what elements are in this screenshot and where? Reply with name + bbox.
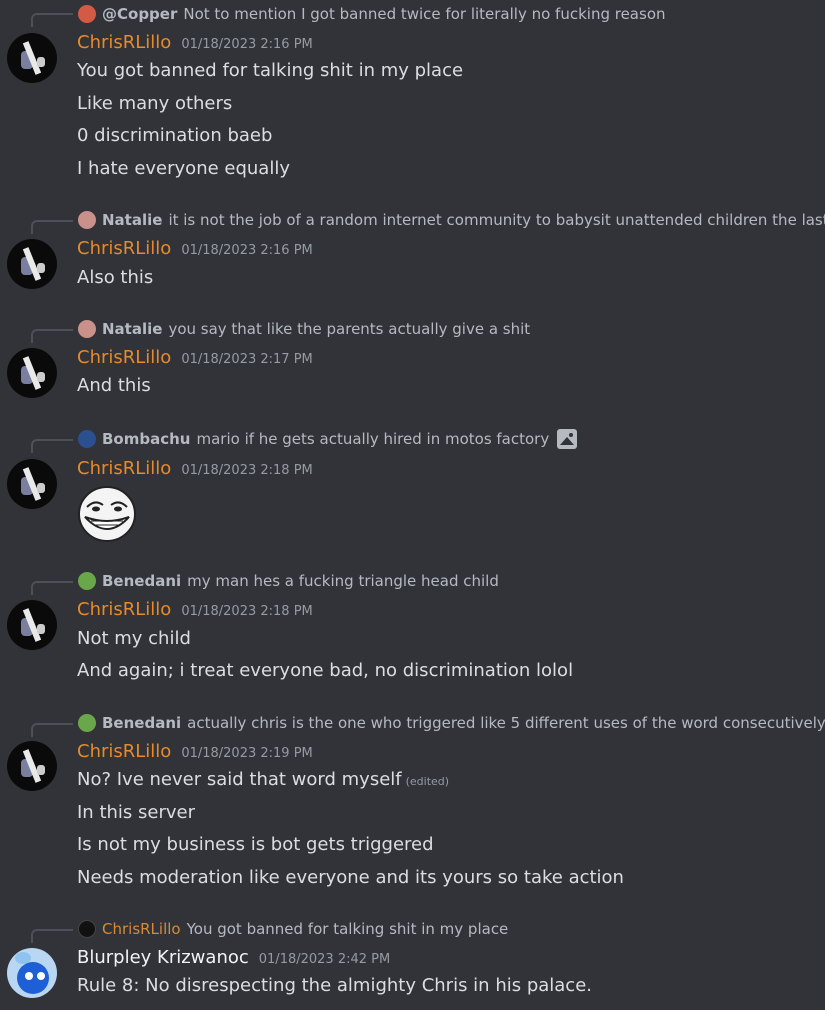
reply-connector (31, 723, 73, 737)
message-text: Also this (77, 267, 154, 288)
reply-preview[interactable]: Natalie it is not the job of a random in… (78, 209, 825, 231)
message-text: Like many others (77, 93, 233, 114)
author-name[interactable]: ChrisRLillo (77, 599, 171, 620)
message-header: ChrisRLillo 01/18/2023 2:18 PM (77, 599, 313, 625)
reply-preview[interactable]: Benedani actually chris is the one who t… (78, 712, 825, 734)
reply-avatar (78, 430, 96, 448)
reply-text: it is not the job of a random internet c… (168, 211, 825, 229)
message-header: Blurpley Krizwanoc 01/18/2023 2:42 PM (77, 947, 390, 973)
reply-preview[interactable]: Benedani my man hes a fucking triangle h… (78, 570, 499, 592)
timestamp[interactable]: 01/18/2023 2:18 PM (181, 604, 312, 619)
reply-connector (31, 329, 73, 343)
message-header: ChrisRLillo 01/18/2023 2:17 PM (77, 347, 313, 373)
timestamp[interactable]: 01/18/2023 2:18 PM (181, 463, 312, 478)
message-text: Needs moderation like everyone and its y… (77, 867, 624, 888)
timestamp[interactable]: 01/18/2023 2:19 PM (181, 746, 312, 761)
message-text: No? Ive never said that word myself (edit… (77, 767, 449, 795)
message-header: ChrisRLillo 01/18/2023 2:16 PM (77, 32, 313, 58)
message-text: Not my child (77, 628, 191, 649)
reply-text: mario if he gets actually hired in motos… (196, 430, 550, 448)
avatar[interactable] (7, 348, 57, 398)
reply-author[interactable]: Natalie (102, 211, 162, 229)
message-text: In this server (77, 802, 195, 823)
message-header: ChrisRLillo 01/18/2023 2:16 PM (77, 238, 313, 264)
trollface-image[interactable] (77, 485, 137, 543)
reply-preview[interactable]: ChrisRLillo You got banned for talking s… (78, 918, 508, 940)
reply-author[interactable]: @Copper (102, 5, 177, 23)
avatar[interactable] (7, 948, 57, 998)
reply-preview[interactable]: Bombachu mario if he gets actually hired… (78, 428, 578, 450)
message-text: And again; i treat everyone bad, no disc… (77, 660, 574, 681)
message-header: ChrisRLillo 01/18/2023 2:18 PM (77, 458, 313, 484)
reply-text: You got banned for talking shit in my pl… (186, 920, 509, 938)
message-text: Rule 8: No disrespecting the almighty Ch… (77, 975, 593, 996)
reply-connector (31, 929, 73, 943)
timestamp[interactable]: 01/18/2023 2:16 PM (181, 37, 312, 52)
reply-connector (31, 220, 73, 234)
message-text: 0 discrimination baeb (77, 125, 273, 146)
timestamp[interactable]: 01/18/2023 2:16 PM (181, 243, 312, 258)
avatar[interactable] (7, 33, 57, 83)
reply-text: Not to mention I got banned twice for li… (183, 5, 666, 23)
avatar[interactable] (7, 741, 57, 791)
avatar[interactable] (7, 459, 57, 509)
image-icon (557, 429, 578, 449)
avatar[interactable] (7, 600, 57, 650)
reply-avatar (78, 211, 96, 229)
reply-preview[interactable]: @Copper Not to mention I got banned twic… (78, 3, 666, 25)
author-name[interactable]: ChrisRLillo (77, 347, 171, 368)
reply-text: you say that like the parents actually g… (168, 320, 531, 338)
reply-avatar (78, 920, 96, 938)
reply-avatar (78, 5, 96, 23)
reply-text: my man hes a fucking triangle head child (187, 572, 499, 590)
author-name[interactable]: ChrisRLillo (77, 238, 171, 259)
author-name[interactable]: ChrisRLillo (77, 32, 171, 53)
reply-author[interactable]: Bombachu (102, 430, 190, 448)
message-text-content: No? Ive never said that word myself (77, 769, 402, 790)
reply-connector (31, 439, 73, 453)
author-name[interactable]: Blurpley Krizwanoc (77, 947, 249, 968)
message-text: And this (77, 375, 151, 396)
avatar[interactable] (7, 239, 57, 289)
timestamp[interactable]: 01/18/2023 2:17 PM (181, 352, 312, 367)
message-text: You got banned for talking shit in my pl… (77, 60, 464, 81)
reply-text: actually chris is the one who triggered … (187, 714, 825, 732)
author-name[interactable]: ChrisRLillo (77, 741, 171, 762)
edited-label: (edited) (405, 775, 450, 788)
reply-connector (31, 13, 73, 27)
reply-author[interactable]: Benedani (102, 572, 181, 590)
reply-preview[interactable]: Natalie you say that like the parents ac… (78, 318, 530, 340)
reply-avatar (78, 714, 96, 732)
message-text: I hate everyone equally (77, 158, 290, 179)
message-text: Is not my business is bot gets triggered (77, 834, 434, 855)
reply-author[interactable]: Benedani (102, 714, 181, 732)
reply-avatar (78, 572, 96, 590)
timestamp[interactable]: 01/18/2023 2:42 PM (259, 952, 390, 967)
author-name[interactable]: ChrisRLillo (77, 458, 171, 479)
reply-author[interactable]: ChrisRLillo (102, 920, 181, 938)
reply-avatar (78, 320, 96, 338)
reply-connector (31, 581, 73, 595)
message-header: ChrisRLillo 01/18/2023 2:19 PM (77, 741, 313, 767)
reply-author[interactable]: Natalie (102, 320, 162, 338)
